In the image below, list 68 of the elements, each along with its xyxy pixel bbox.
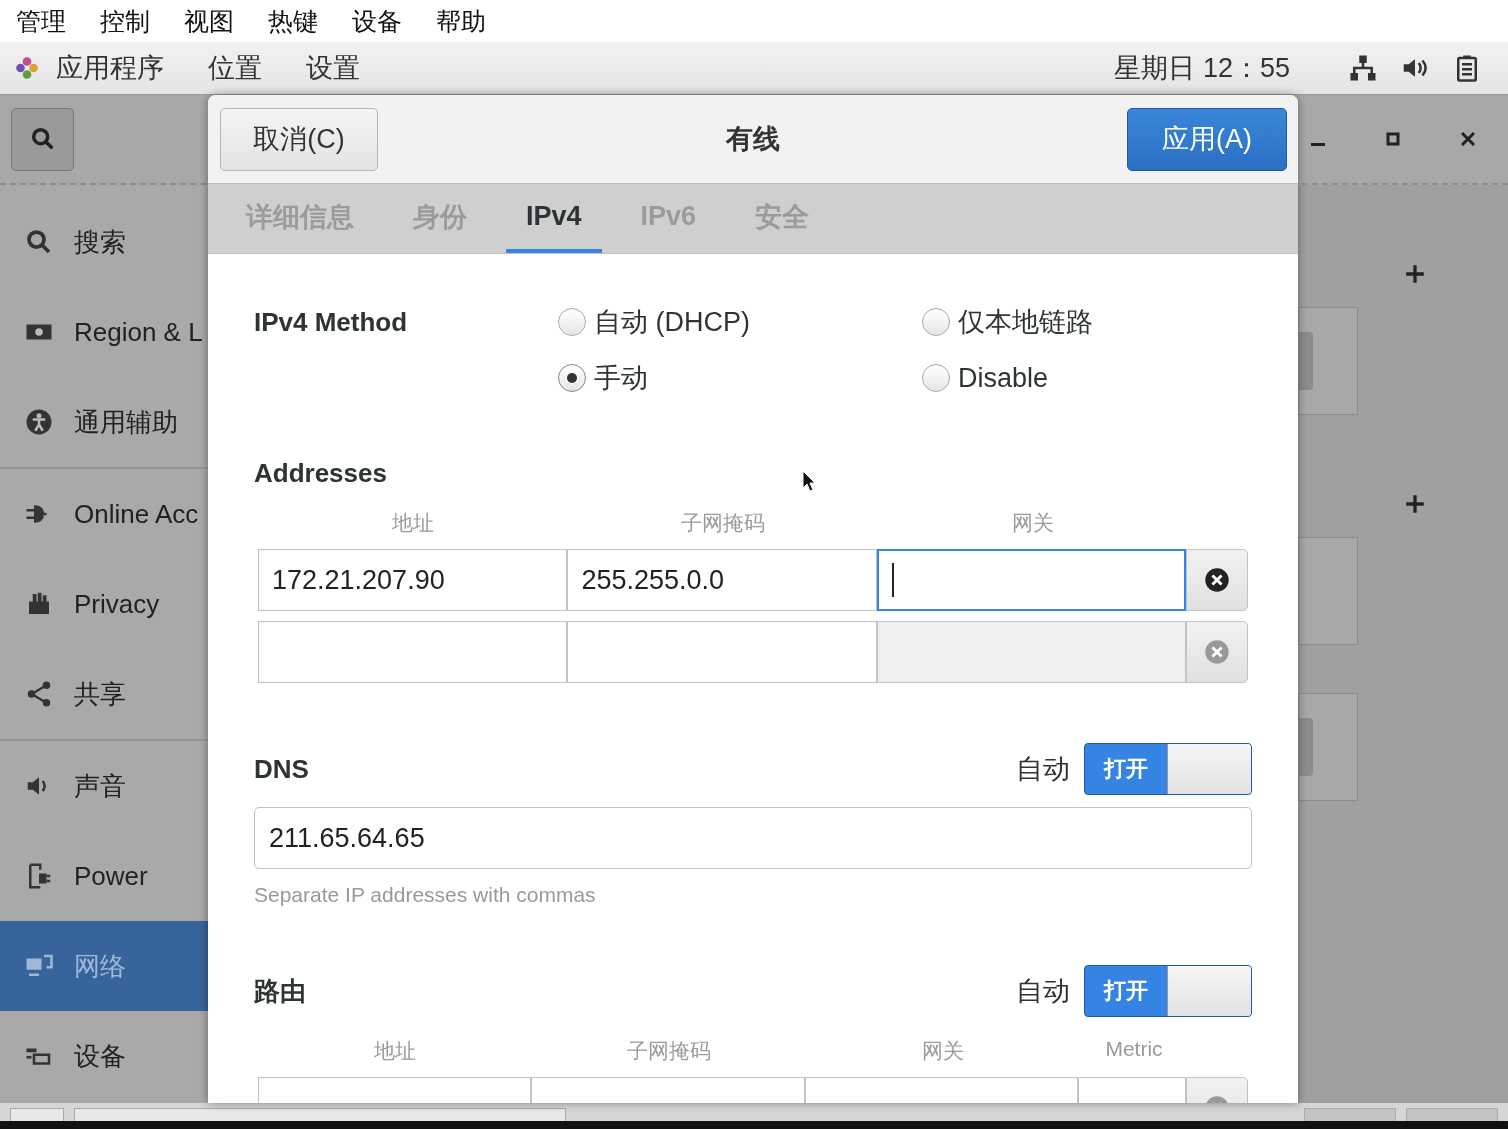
address-field[interactable]: 172.21.207.90 [258, 549, 568, 611]
radio-button[interactable] [922, 308, 950, 336]
radio-button[interactable] [922, 364, 950, 392]
section-title: Addresses [254, 458, 387, 489]
add-icon[interactable] [1404, 263, 1426, 285]
sidebar-item[interactable]: 搜索 [0, 197, 208, 287]
column-header: 网关 [921, 1038, 965, 1064]
tab[interactable]: IPv4 [506, 184, 602, 253]
address-field[interactable] [258, 621, 568, 683]
sidebar-item[interactable]: 声音 [0, 741, 208, 831]
cancel-button[interactable]: 取消(C) [220, 107, 378, 171]
dialog-title: 有线 [724, 123, 781, 156]
column-header: 子网掩码 [626, 1038, 712, 1064]
clock[interactable]: 星期日 12：55 [1114, 50, 1290, 86]
person-icon [24, 407, 54, 437]
dns-field[interactable]: 211.65.64.65 [254, 807, 1252, 869]
column-header: 地址 [373, 1038, 417, 1064]
clear-icon [1204, 639, 1231, 665]
sidebar-item[interactable]: Online Acc [0, 469, 208, 559]
apply-button[interactable]: 应用(A) [1127, 107, 1287, 171]
column-header: 地址 [391, 510, 435, 536]
add-icon[interactable] [1404, 493, 1426, 515]
radio-option[interactable]: Disable [922, 360, 1252, 396]
netmask-field[interactable] [567, 621, 877, 683]
auto-label: 自动 [1016, 975, 1070, 1008]
column-header: 网关 [1011, 510, 1055, 536]
sidebar-item[interactable]: 设备 [0, 1011, 208, 1101]
menu-item[interactable]: 控制 [100, 4, 150, 38]
section-label: IPv4 Method [254, 306, 409, 339]
taskbar-button[interactable] [1406, 1108, 1498, 1121]
sidebar-item[interactable]: 共享 [0, 649, 208, 739]
toggle-switch[interactable]: 打开 [1084, 965, 1252, 1017]
top-menu[interactable]: 设置 [306, 50, 360, 86]
sidebar-item[interactable]: Region & L [0, 287, 208, 377]
top-menu[interactable]: 应用程序 [56, 50, 164, 86]
auto-label: 自动 [1016, 753, 1070, 786]
toggle-switch[interactable]: 打开 [1084, 743, 1252, 795]
search-button[interactable] [11, 107, 74, 171]
sidebar-item[interactable]: Power [0, 831, 208, 921]
close-icon[interactable] [1458, 129, 1478, 149]
sidebar-item[interactable]: 通用辅助 [0, 377, 208, 467]
radio-button[interactable] [558, 364, 586, 392]
radio-button[interactable] [558, 308, 586, 336]
menu-item[interactable]: 管理 [16, 4, 66, 38]
section-title: 路由 [254, 974, 306, 1008]
section-title: DNS [254, 753, 309, 785]
top-menu[interactable]: 位置 [208, 50, 262, 86]
radio-option[interactable]: 自动 (DHCP) [558, 304, 922, 340]
gateway-field[interactable] [876, 549, 1187, 611]
menu-item[interactable]: 帮助 [436, 4, 486, 38]
radio-option[interactable]: 手动 [558, 360, 922, 396]
mouse-pointer-icon [802, 470, 816, 492]
menu-item[interactable]: 热键 [268, 4, 318, 38]
network-icon[interactable] [1348, 53, 1378, 83]
taskbar-button[interactable] [10, 1108, 64, 1121]
hint-text: Separate IP addresses with commas [254, 883, 597, 907]
netmask-field[interactable]: 255.255.0.0 [567, 549, 877, 611]
column-header: 子网掩码 [680, 510, 766, 536]
clear-icon [1204, 567, 1231, 593]
delete-button[interactable] [1186, 549, 1248, 611]
sidebar-item[interactable]: Privacy [0, 559, 208, 649]
menu-item[interactable]: 设备 [352, 4, 402, 38]
column-header: Metric [1104, 1037, 1164, 1062]
taskbar-button[interactable] [1304, 1108, 1396, 1121]
menu-item[interactable]: 视图 [184, 4, 234, 38]
app-logo-icon [14, 55, 40, 81]
radio-option[interactable]: 仅本地链路 [922, 304, 1252, 340]
taskbar-button[interactable] [74, 1108, 566, 1121]
